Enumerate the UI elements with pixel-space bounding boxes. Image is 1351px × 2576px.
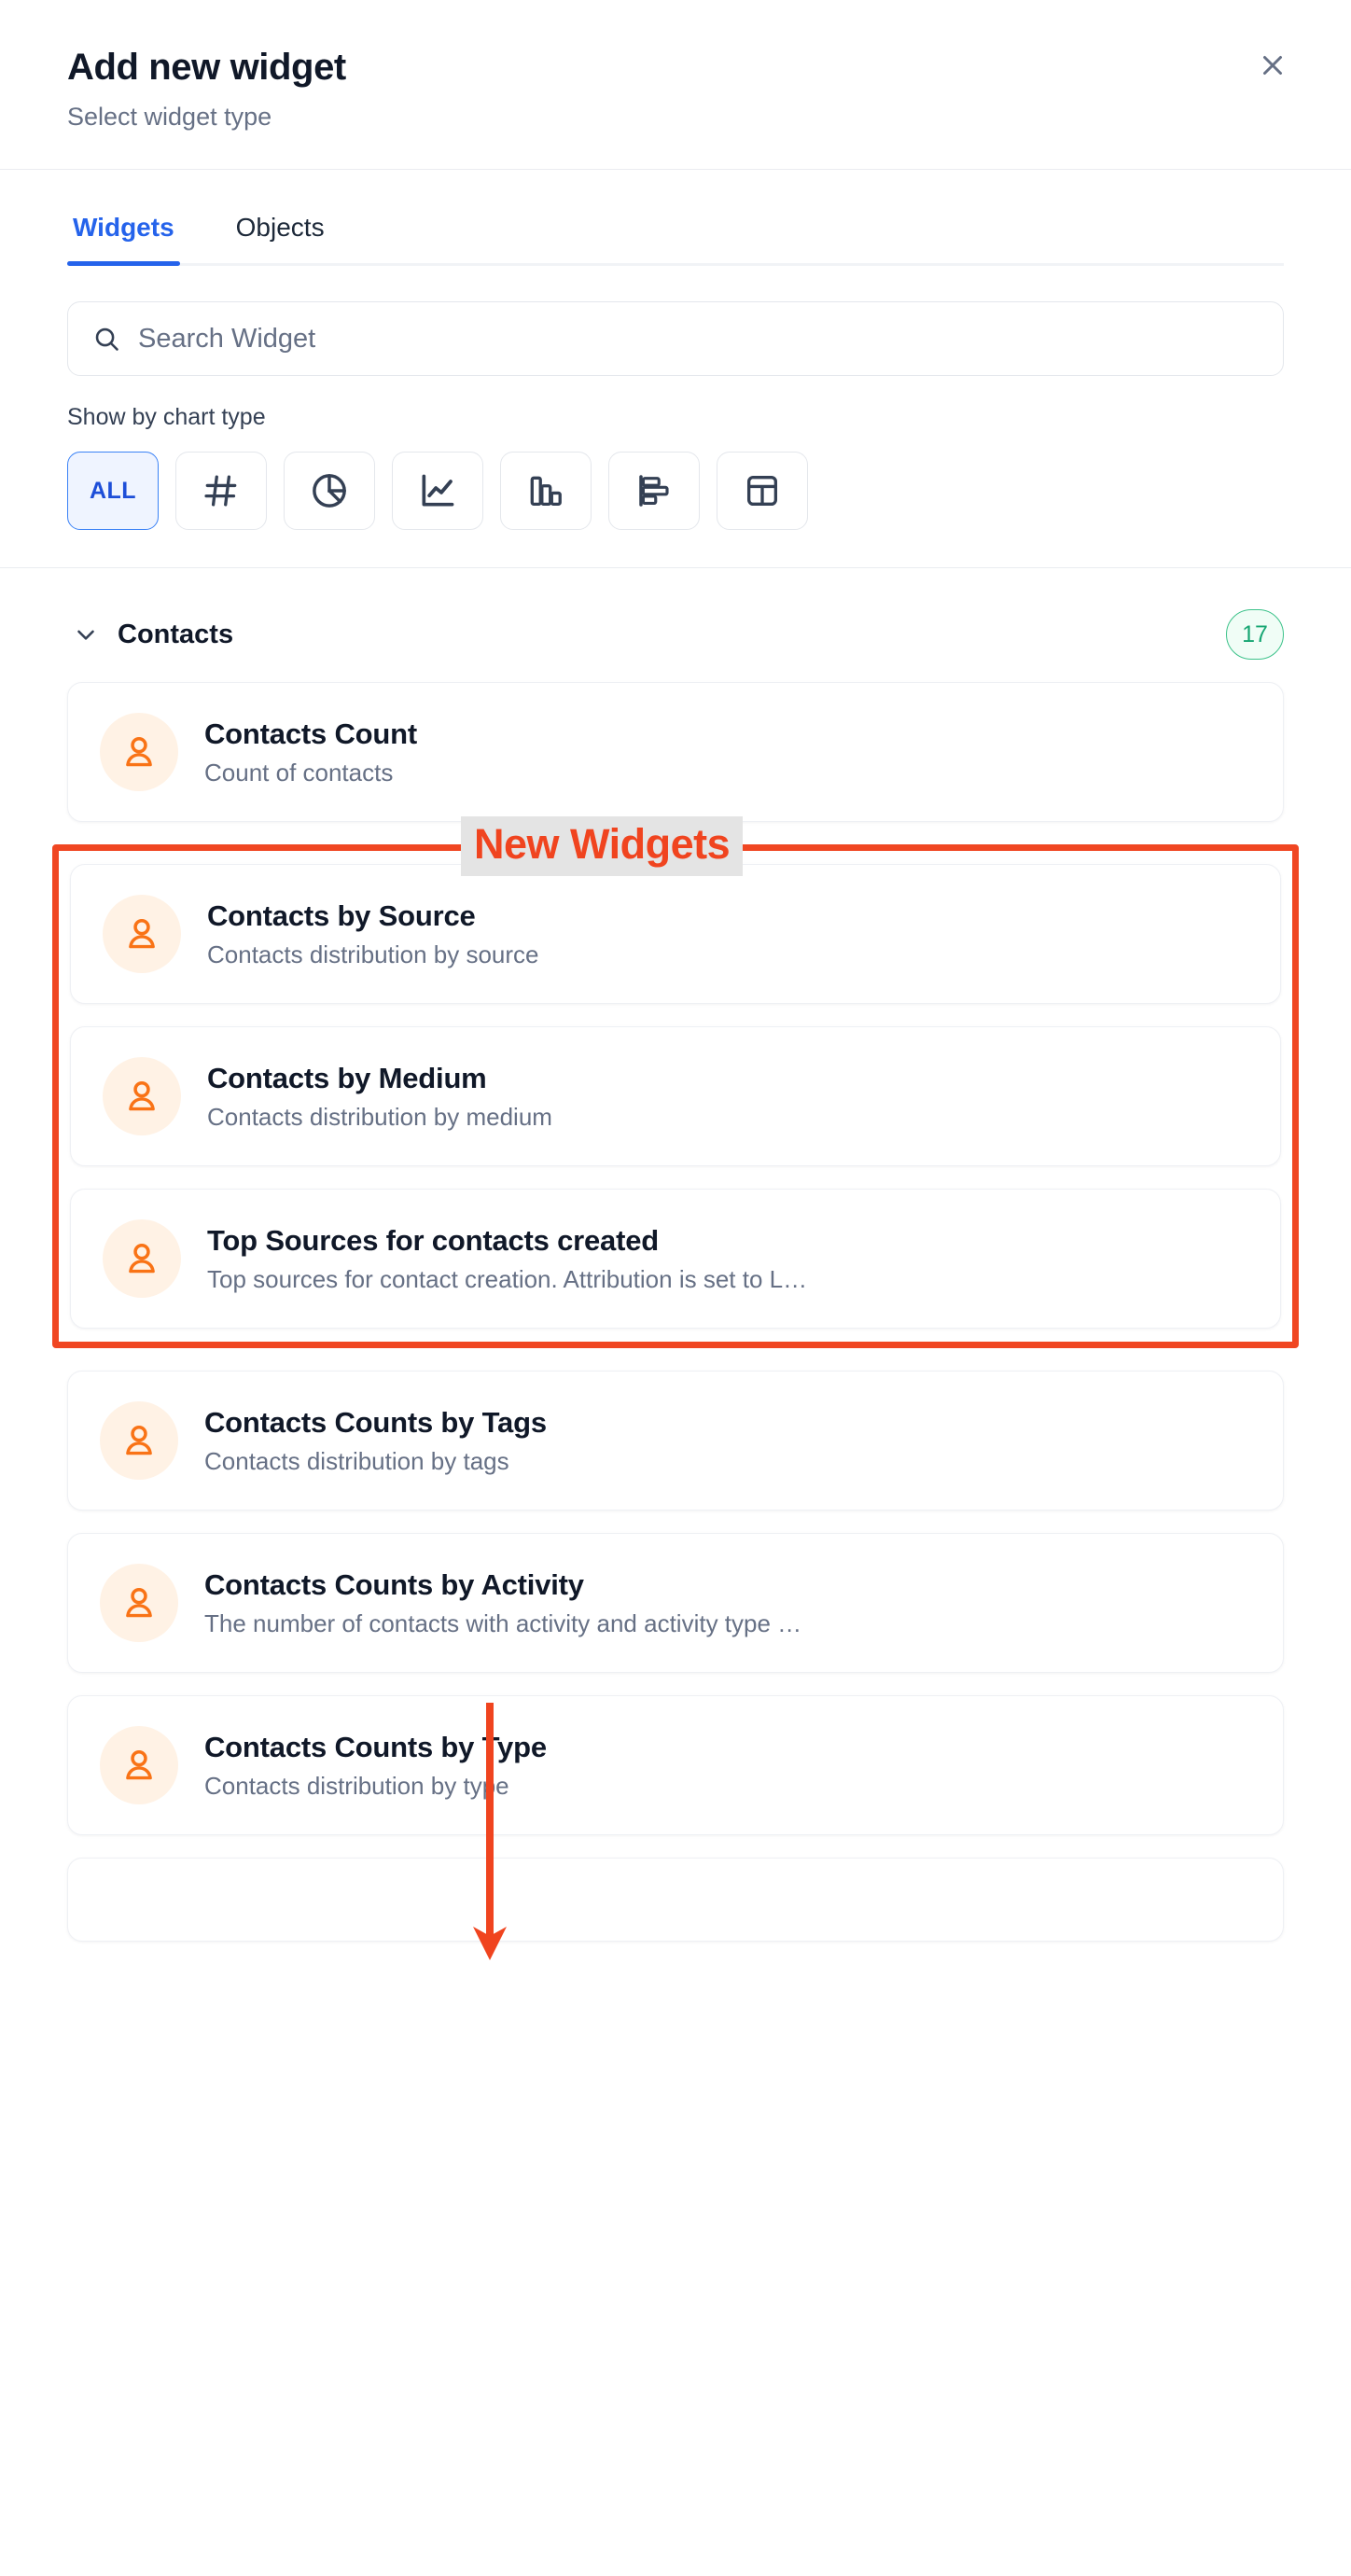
filter-all-label: ALL: [89, 477, 137, 504]
contact-person-icon: [103, 1057, 181, 1136]
column-chart-icon: [530, 476, 562, 507]
widget-card-contacts-counts-by-activity[interactable]: Contacts Counts by Activity The number o…: [67, 1533, 1284, 1674]
filter-horizontal-bar-chart-button[interactable]: [608, 452, 700, 531]
horizontal-bar-chart-icon: [639, 475, 669, 507]
dialog-header: Add new widget Select widget type: [0, 0, 1351, 171]
widget-title: Contacts by Source: [207, 898, 476, 932]
widget-list: Contacts 17 Contacts Count Count of cont…: [0, 568, 1351, 1942]
search-box[interactable]: [67, 301, 1284, 377]
group-header-contacts[interactable]: Contacts 17: [67, 568, 1284, 682]
tab-list: Widgets Objects: [67, 213, 1284, 267]
filter-table-button[interactable]: [717, 452, 808, 531]
search-icon: [95, 327, 118, 351]
line-chart-icon: [422, 474, 454, 507]
widget-card-contacts-counts-by-tags[interactable]: Contacts Counts by Tags Contacts distrib…: [67, 1371, 1284, 1511]
widget-cards-before: Contacts Count Count of contacts: [67, 682, 1284, 823]
chart-type-filters: Show by chart type ALL: [0, 376, 1351, 569]
filter-column-chart-button[interactable]: [500, 452, 592, 531]
group-title: Contacts: [118, 619, 234, 649]
hash-number-icon: [204, 475, 237, 507]
widget-title: Top Sources for contacts created: [207, 1223, 659, 1257]
contact-person-icon: [100, 713, 178, 792]
widget-description: Count of contacts: [204, 758, 394, 787]
chart-type-filters-label: Show by chart type: [67, 404, 266, 431]
new-widgets-highlight-box: Contacts by Source Contacts distribution…: [52, 844, 1299, 1349]
widget-title: Contacts Counts by Activity: [204, 1567, 584, 1601]
contact-person-icon: [100, 1564, 178, 1643]
filter-number-button[interactable]: [175, 452, 267, 531]
contact-person-icon: [103, 895, 181, 974]
widget-description: Contacts distribution by source: [207, 940, 539, 968]
group-collapse-toggle[interactable]: [67, 616, 104, 653]
widget-cards-after: Contacts Counts by Tags Contacts distrib…: [67, 1371, 1284, 1942]
widget-card-top-sources-for-contacts-created[interactable]: Top Sources for contacts created Top sou…: [70, 1189, 1281, 1330]
widget-title: Contacts Counts by Tags: [204, 1405, 547, 1439]
search-container: [0, 266, 1351, 377]
page-subtitle: Select widget type: [67, 103, 272, 131]
widget-card-contacts-count[interactable]: Contacts Count Count of contacts: [67, 682, 1284, 823]
widget-card-contacts-by-source[interactable]: Contacts by Source Contacts distribution…: [70, 864, 1281, 1005]
page-title: Add new widget: [67, 47, 346, 88]
close-button[interactable]: [1247, 39, 1299, 91]
widget-title: Contacts Count: [204, 717, 417, 750]
add-widget-dialog: Add new widget Select widget type Widget…: [0, 0, 1351, 2576]
close-icon: [1263, 56, 1282, 75]
search-input[interactable]: [138, 323, 1259, 355]
contact-person-icon: [100, 1726, 178, 1805]
chart-type-filter-row: ALL: [67, 452, 1284, 531]
widget-card-contacts-by-medium[interactable]: Contacts by Medium Contacts distribution…: [70, 1026, 1281, 1167]
chevron-down-icon: [77, 630, 94, 640]
widget-card-contacts-counts-by-type[interactable]: Contacts Counts by Type Contacts distrib…: [67, 1695, 1284, 1836]
contact-person-icon: [103, 1219, 181, 1299]
filter-line-chart-button[interactable]: [392, 452, 483, 531]
widget-description: Contacts distribution by medium: [207, 1102, 552, 1131]
widget-title: Contacts Counts by Type: [204, 1730, 547, 1763]
widget-card-partial[interactable]: [67, 1858, 1284, 1942]
tab-widgets[interactable]: Widgets: [67, 213, 180, 267]
widget-description: Top sources for contact creation. Attrib…: [207, 1264, 808, 1293]
widget-description: Contacts distribution by tags: [204, 1446, 509, 1475]
widget-description: The number of contacts with activity and…: [204, 1608, 802, 1637]
filter-all-button[interactable]: ALL: [67, 452, 159, 531]
pie-chart-icon: [313, 474, 346, 508]
table-icon: [746, 476, 778, 507]
group-count-badge: 17: [1226, 609, 1284, 661]
contact-person-icon: [100, 1401, 178, 1481]
widget-description: Contacts distribution by type: [204, 1771, 509, 1800]
filter-pie-chart-button[interactable]: [284, 452, 375, 531]
widget-title: Contacts by Medium: [207, 1061, 487, 1094]
tabs-container: Widgets Objects: [0, 170, 1351, 267]
tab-objects[interactable]: Objects: [230, 213, 330, 263]
